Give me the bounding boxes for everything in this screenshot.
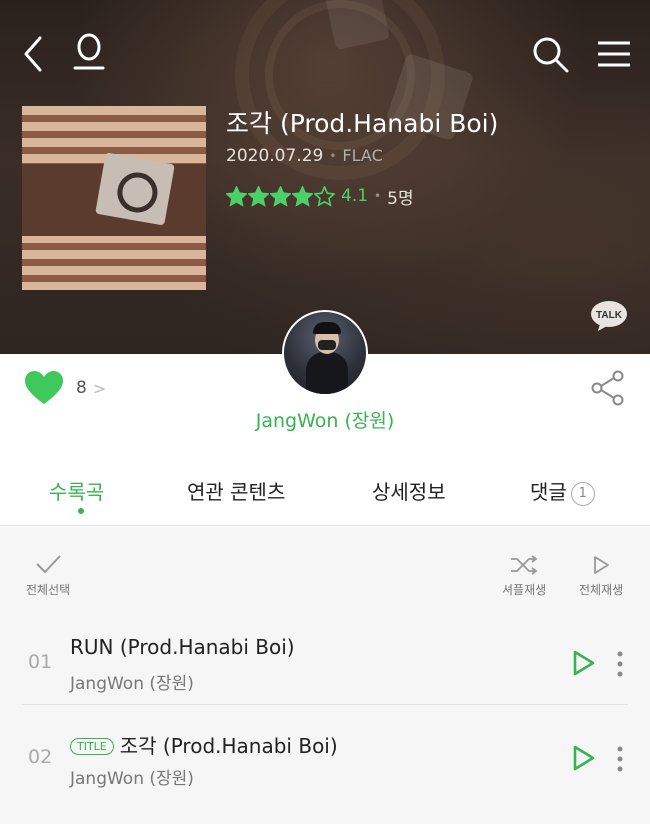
album-hero: 조각 (Prod.Hanabi Boi) 2020.07.29 • FLAC 4.1…: [0, 0, 650, 354]
tab-comments[interactable]: 댓글 1: [530, 476, 595, 506]
like-count[interactable]: 8: [76, 378, 87, 398]
avatar-figure: [313, 322, 341, 334]
share-icon[interactable]: [590, 370, 626, 406]
chevron-right-icon[interactable]: >: [93, 379, 106, 398]
title-track-badge: TITLE: [70, 738, 114, 755]
track-toolbar: 전체선택 셔플재생 전체재생: [0, 527, 650, 611]
album-cover[interactable]: [22, 106, 206, 290]
search-icon[interactable]: [530, 34, 570, 74]
avatar-figure: [318, 340, 336, 350]
star-icon: [292, 185, 313, 207]
more-options-icon[interactable]: [617, 651, 623, 677]
album-meta: 2020.07.29 • FLAC: [226, 146, 383, 166]
play-icon: [594, 556, 609, 574]
star-icon: [270, 185, 291, 207]
rating-value: 4.1: [341, 186, 369, 206]
checkmark-icon: [36, 555, 61, 574]
shuffle-play-button[interactable]: 셔플재생: [502, 555, 546, 598]
album-title: 조각 (Prod.Hanabi Boi): [226, 109, 499, 138]
active-tab-indicator: [78, 508, 84, 514]
rating-stars: [226, 185, 335, 207]
separator-dot: •: [329, 149, 337, 163]
comment-count-badge: 1: [570, 482, 595, 506]
tab-comments-label: 댓글: [530, 480, 567, 504]
content-tabs: 수록곡 연관 콘텐츠 상세정보 댓글 1: [0, 470, 650, 526]
track-list: 01 RUN (Prod.Hanabi Boi) JangWon (장원) 02…: [0, 611, 650, 824]
list-item[interactable]: 01 RUN (Prod.Hanabi Boi) JangWon (장원): [22, 611, 628, 705]
like-button[interactable]: 8 >: [24, 370, 106, 406]
track-title[interactable]: RUN (Prod.Hanabi Boi): [70, 635, 295, 659]
rating-count: 5명: [387, 188, 414, 209]
tab-details[interactable]: 상세정보: [372, 476, 446, 505]
play-icon[interactable]: [572, 744, 596, 772]
avatar-figure: [306, 352, 348, 394]
tab-related-content[interactable]: 연관 콘텐츠: [187, 476, 285, 505]
track-number: 01: [28, 651, 53, 673]
play-icon[interactable]: [572, 649, 596, 677]
star-icon: [248, 185, 269, 207]
chevron-left-icon[interactable]: [18, 34, 48, 74]
artist-name-link[interactable]: JangWon (장원): [0, 406, 650, 433]
select-all-button[interactable]: 전체선택: [26, 553, 70, 598]
more-options-icon[interactable]: [617, 746, 623, 772]
separator-dot: •: [374, 189, 382, 203]
talk-label: TALK: [596, 310, 623, 321]
person-icon[interactable]: [72, 32, 106, 74]
list-item[interactable]: 02 TITLE 조각 (Prod.Hanabi Boi) JangWon (장원…: [22, 706, 628, 800]
star-icon: [226, 185, 247, 207]
track-artist[interactable]: JangWon (장원): [70, 669, 194, 694]
star-icon: [314, 185, 335, 207]
release-date: 2020.07.29: [226, 146, 324, 166]
album-cover-art: [95, 152, 175, 226]
track-title[interactable]: TITLE 조각 (Prod.Hanabi Boi): [70, 730, 338, 759]
album-rating[interactable]: 4.1 • 5명: [226, 184, 414, 209]
talk-bubble-icon[interactable]: TALK: [590, 300, 628, 332]
play-all-label: 전체재생: [579, 583, 624, 597]
play-all-button[interactable]: 전체재생: [579, 555, 623, 598]
artist-avatar[interactable]: [282, 310, 368, 396]
tab-tracks[interactable]: 수록곡: [49, 476, 104, 505]
select-all-label: 전체선택: [26, 583, 71, 597]
shuffle-play-label: 셔플재생: [502, 583, 547, 597]
track-artist[interactable]: JangWon (장원): [70, 764, 194, 789]
heart-icon[interactable]: [24, 370, 64, 406]
track-title-text: 조각 (Prod.Hanabi Boi): [119, 734, 338, 758]
shuffle-icon: [511, 555, 538, 575]
audio-format: FLAC: [342, 146, 383, 165]
hamburger-menu-icon[interactable]: [596, 38, 632, 70]
track-number: 02: [28, 746, 53, 768]
